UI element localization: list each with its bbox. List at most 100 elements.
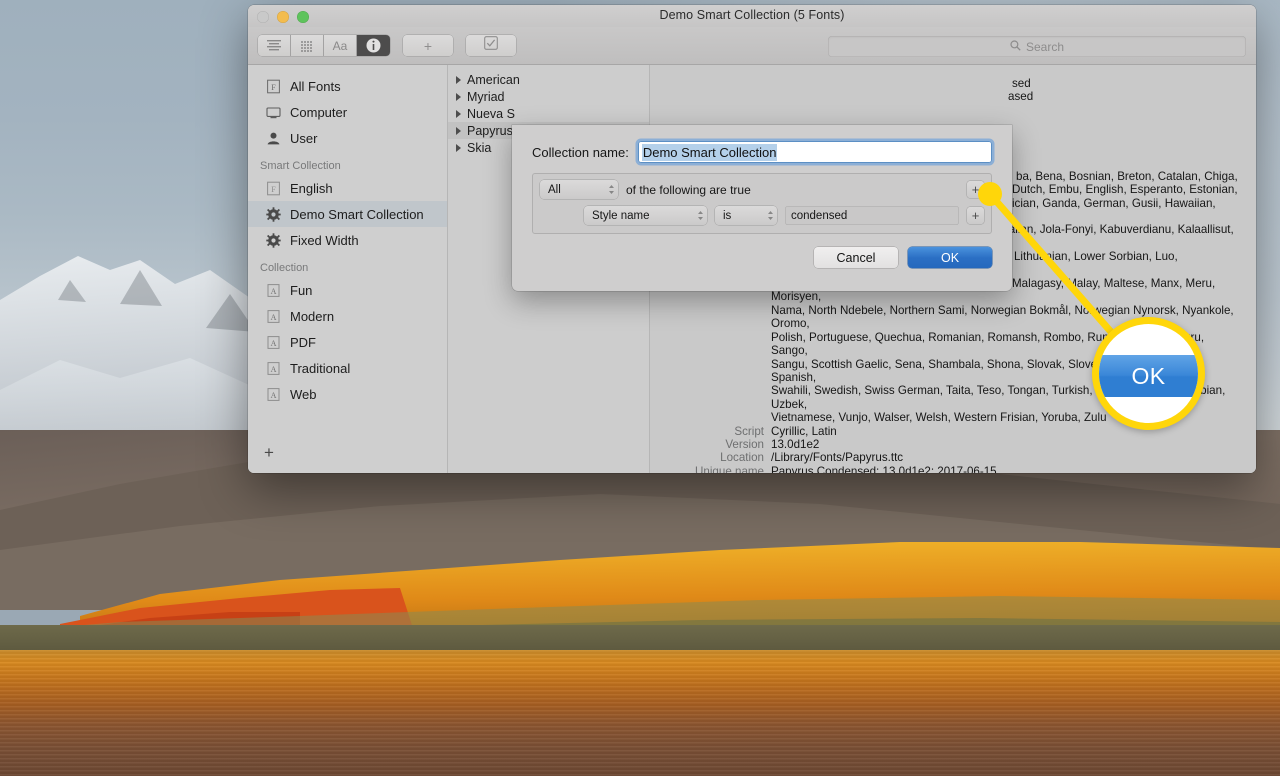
sidebar-item-label: PDF: [290, 334, 316, 350]
collection-name-input[interactable]: Demo Smart Collection: [637, 141, 992, 163]
disclosure-triangle-icon[interactable]: [456, 143, 461, 152]
svg-text:A: A: [271, 287, 277, 296]
window-title: Demo Smart Collection (5 Fonts): [659, 8, 845, 22]
criterion-rule-line: Style name is condensed +: [540, 205, 984, 226]
svg-text:A: A: [271, 365, 277, 374]
sidebar-item-user[interactable]: User: [248, 125, 447, 151]
info-row-version: Version 13.0d1e2: [650, 438, 1242, 451]
match-rule-text: of the following are true: [626, 182, 751, 197]
sidebar: F All Fonts Computer User Smart Collecti…: [248, 65, 448, 473]
rule-value-input[interactable]: condensed: [785, 206, 959, 225]
sidebar-header-smart-collection: Smart Collection: [260, 160, 341, 172]
collection-name-value: Demo Smart Collection: [641, 143, 778, 161]
disclosure-triangle-icon[interactable]: [456, 109, 461, 118]
wallpaper-lake-ripples: [0, 650, 1280, 776]
rule-operator-select[interactable]: is: [715, 206, 777, 225]
list-icon: [266, 40, 282, 51]
match-rule-line: All of the following are true +: [540, 179, 984, 200]
checkbox-icon: [484, 36, 498, 55]
view-mode-segmented-control[interactable]: Aa: [258, 35, 390, 56]
plus-icon: +: [971, 182, 980, 197]
info-value: /Library/Fonts/Papyrus.ttc: [771, 451, 904, 465]
disclosure-triangle-icon[interactable]: [456, 92, 461, 101]
info-value: Cyrillic, Latin: [771, 424, 837, 438]
font-list-item[interactable]: Nueva S: [448, 105, 649, 122]
validate-font-button[interactable]: [466, 35, 516, 56]
grid-view-button[interactable]: [291, 35, 324, 56]
sidebar-item-label: English: [290, 180, 333, 196]
svg-text:A: A: [271, 391, 277, 400]
chevron-updown-icon: [608, 184, 615, 195]
disclosure-triangle-icon[interactable]: [456, 75, 461, 84]
add-rule-group-button[interactable]: +: [967, 181, 984, 198]
lang-line: Swahili, Swedish, Swiss German, Taita, T…: [771, 384, 1226, 411]
add-collection-button[interactable]: +: [403, 35, 453, 56]
add-collection-sidebar-button[interactable]: +: [264, 444, 274, 461]
gear-icon: [266, 232, 281, 248]
sidebar-item-pdf[interactable]: A PDF: [248, 329, 447, 355]
gear-icon: [266, 206, 281, 222]
sheet-button-row: Cancel OK: [532, 247, 992, 268]
sidebar-item-label: Traditional: [290, 360, 351, 376]
aa-icon: Aa: [332, 38, 348, 53]
search-icon: [1010, 38, 1021, 56]
info-label: Location: [720, 451, 764, 465]
rule-attribute-select[interactable]: Style name: [584, 206, 707, 225]
sidebar-item-all-fonts[interactable]: F All Fonts: [248, 73, 447, 99]
match-type-value: All: [548, 183, 561, 196]
lang-line: Nama, North Ndebele, Northern Sami, Norw…: [771, 303, 1234, 331]
sample-view-button[interactable]: Aa: [324, 35, 357, 56]
chevron-updown-icon: [697, 210, 704, 221]
occluded-text-2: ased: [1008, 90, 1034, 104]
sidebar-item-modern[interactable]: A Modern: [248, 303, 447, 329]
collection-icon: A: [266, 335, 281, 350]
window-titlebar: Demo Smart Collection (5 Fonts): [248, 5, 1256, 27]
info-label: Unique name: [695, 464, 764, 473]
sidebar-item-label: Fun: [290, 282, 313, 298]
sidebar-item-label: Modern: [290, 308, 335, 324]
match-type-select[interactable]: All: [540, 180, 618, 199]
font-name: Nueva S: [467, 106, 515, 121]
collection-name-label: Collection name:: [532, 144, 629, 160]
info-view-button[interactable]: [357, 35, 390, 56]
info-value: Papyrus Condensed; 13.0d1e2; 2017-06-15: [771, 464, 997, 473]
rule-attribute-value: Style name: [592, 209, 650, 222]
sidebar-item-fixed-width[interactable]: Fixed Width: [248, 227, 447, 253]
grid-icon: [300, 40, 314, 52]
computer-icon: [266, 105, 281, 120]
disclosure-triangle-icon[interactable]: [456, 126, 461, 135]
info-icon: [366, 38, 381, 53]
collection-name-row: Collection name: Demo Smart Collection: [532, 141, 992, 163]
list-view-button[interactable]: [258, 35, 291, 56]
sidebar-item-fun[interactable]: A Fun: [248, 277, 447, 303]
font-book-window: Demo Smart Collection (5 Fonts) Aa + Sea…: [248, 5, 1256, 473]
sidebar-item-web[interactable]: A Web: [248, 381, 447, 407]
collection-icon: A: [266, 283, 281, 298]
ok-button[interactable]: OK: [908, 247, 992, 268]
font-name: Papyrus: [467, 123, 513, 138]
sidebar-item-label: User: [290, 130, 318, 146]
sidebar-item-label: Computer: [290, 104, 348, 120]
rule-operator-value: is: [723, 209, 732, 222]
collection-icon: A: [266, 387, 281, 402]
sidebar-item-english[interactable]: F English: [248, 175, 447, 201]
sidebar-item-traditional[interactable]: A Traditional: [248, 355, 447, 381]
info-value: 13.0d1e2: [771, 437, 820, 451]
sidebar-item-computer[interactable]: Computer: [248, 99, 447, 125]
font-book-icon: F: [266, 79, 281, 94]
collection-icon: A: [266, 309, 281, 324]
user-icon: [266, 131, 281, 146]
cancel-button[interactable]: Cancel: [814, 247, 898, 268]
lang-line: Vietnamese, Vunjo, Walser, Welsh, Wester…: [771, 411, 1107, 425]
lang-line: Sangu, Scottish Gaelic, Sena, Shambala, …: [771, 357, 1198, 384]
font-name: Myriad: [467, 89, 505, 104]
font-name: American: [467, 72, 520, 87]
add-rule-button[interactable]: +: [967, 207, 984, 224]
sidebar-item-label: All Fonts: [290, 78, 341, 94]
sidebar-item-demo-smart-collection[interactable]: Demo Smart Collection: [248, 201, 447, 227]
font-list-item[interactable]: Myriad: [448, 88, 649, 105]
svg-text:A: A: [271, 313, 277, 322]
search-input[interactable]: Search: [828, 36, 1246, 57]
font-list-item[interactable]: American: [448, 71, 649, 88]
new-smart-collection-sheet: Collection name: Demo Smart Collection A…: [512, 125, 1012, 291]
